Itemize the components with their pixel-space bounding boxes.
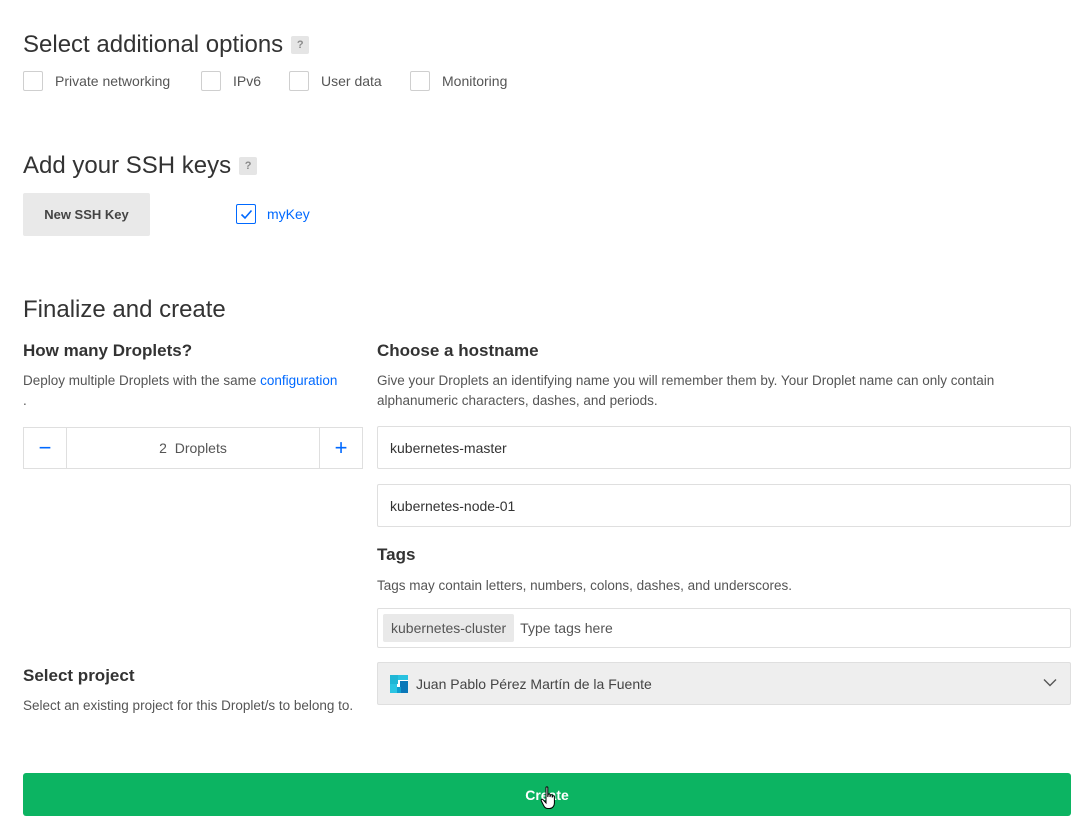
option-ipv6[interactable]: IPv6 (201, 71, 261, 91)
increment-button[interactable]: + (319, 428, 362, 468)
project-title: Select project (23, 666, 135, 685)
project-avatar-icon (390, 674, 408, 693)
hostname-input-master[interactable]: kubernetes-master (377, 426, 1071, 469)
droplet-unit: Droplets (174, 440, 227, 456)
mykey-checkbox[interactable] (236, 204, 256, 224)
hostname-input-node-01[interactable]: kubernetes-node-01 (377, 484, 1071, 527)
new-ssh-key-button[interactable]: New SSH Key (23, 193, 150, 236)
chevron-down-icon (1043, 679, 1057, 687)
additional-options-header: Select additional options ? (23, 31, 310, 59)
option-label: User data (321, 73, 382, 89)
monitoring-checkbox[interactable] (410, 71, 430, 91)
option-monitoring[interactable]: Monitoring (410, 71, 507, 91)
ssh-keys-title: Add your SSH keys (23, 152, 232, 179)
check-icon (240, 209, 252, 219)
option-label: Monitoring (442, 73, 508, 89)
droplet-quantity-value: 2 Droplets (67, 428, 319, 468)
project-selected-value: Juan Pablo Pérez Martín de la Fuente (416, 675, 652, 692)
option-label: IPv6 (233, 73, 262, 89)
tags-placeholder: Type tags here (520, 620, 613, 636)
ssh-key-mykey[interactable]: myKey (236, 204, 310, 224)
tags-title: Tags (377, 545, 416, 564)
droplets-desc-suffix: . (23, 393, 27, 408)
additional-options-title: Select additional options (23, 31, 284, 58)
droplets-count-title: How many Droplets? (23, 341, 193, 360)
droplets-desc-text: Deploy multiple Droplets with the same (23, 373, 261, 388)
user-data-checkbox[interactable] (289, 71, 309, 91)
private-networking-checkbox[interactable] (23, 71, 43, 91)
tag-chip[interactable]: kubernetes-cluster (383, 614, 515, 642)
option-label: Private networking (55, 73, 171, 89)
decrement-button[interactable]: − (24, 428, 67, 468)
project-description: Select an existing project for this Drop… (23, 698, 354, 713)
ipv6-checkbox[interactable] (201, 71, 221, 91)
tags-input[interactable]: kubernetes-cluster Type tags here (377, 608, 1071, 648)
tags-description: Tags may contain letters, numbers, colon… (377, 578, 792, 593)
hand-cursor-icon (540, 786, 555, 809)
project-select[interactable]: Juan Pablo Pérez Martín de la Fuente (377, 662, 1071, 705)
droplets-count-description: Deploy multiple Droplets with the same c… (23, 371, 363, 411)
option-private-networking[interactable]: Private networking (23, 71, 170, 91)
ssh-keys-header: Add your SSH keys ? (23, 152, 258, 180)
hostname-description: Give your Droplets an identifying name y… (377, 373, 995, 408)
mykey-label: myKey (267, 206, 310, 222)
help-icon[interactable]: ? (291, 36, 310, 54)
droplet-quantity-stepper[interactable]: − 2 Droplets + (23, 427, 363, 469)
finalize-title: Finalize and create (23, 296, 226, 323)
help-icon[interactable]: ? (239, 157, 258, 175)
hostname-title: Choose a hostname (377, 341, 539, 360)
option-user-data[interactable]: User data (289, 71, 382, 91)
droplet-count: 2 (159, 440, 167, 456)
configuration-link[interactable]: configuration (260, 373, 337, 388)
